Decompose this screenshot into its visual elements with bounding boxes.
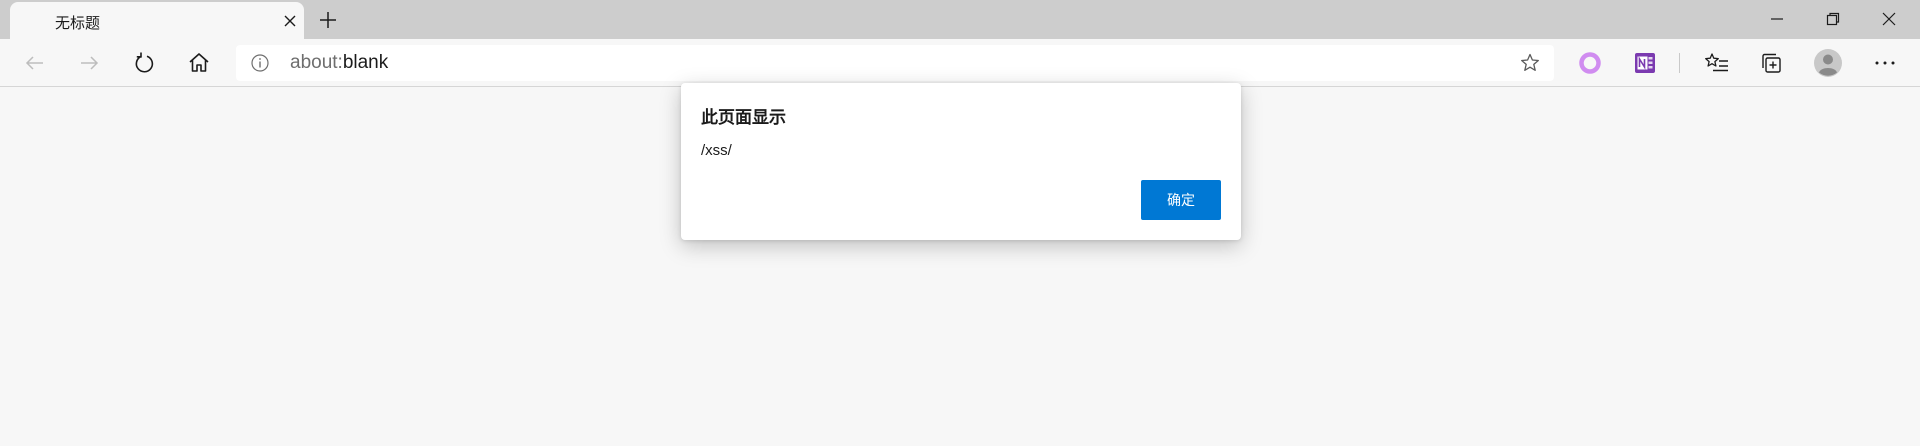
tab-strip: 无标题 bbox=[0, 0, 1920, 39]
browser-toolbar: about:blank bbox=[0, 39, 1920, 87]
new-tab-icon[interactable] bbox=[316, 8, 340, 32]
restore-icon[interactable] bbox=[1820, 6, 1846, 32]
favorites-list-icon[interactable] bbox=[1703, 49, 1731, 77]
minimize-icon[interactable] bbox=[1764, 6, 1790, 32]
close-tab-icon[interactable] bbox=[280, 11, 300, 31]
browser-tab[interactable]: 无标题 bbox=[10, 2, 304, 39]
dialog-title: 此页面显示 bbox=[701, 108, 786, 128]
circle-extension-icon[interactable] bbox=[1577, 50, 1603, 76]
home-icon[interactable] bbox=[185, 49, 213, 77]
collections-icon[interactable] bbox=[1758, 49, 1786, 77]
address-path: blank bbox=[342, 52, 389, 73]
back-icon[interactable] bbox=[21, 49, 49, 77]
refresh-icon[interactable] bbox=[130, 49, 158, 77]
toolbar-divider bbox=[1679, 53, 1680, 73]
close-window-icon[interactable] bbox=[1876, 6, 1902, 32]
star-icon[interactable] bbox=[1519, 52, 1541, 74]
avatar-icon[interactable] bbox=[1813, 48, 1843, 78]
onenote-icon[interactable] bbox=[1632, 50, 1658, 76]
address-bar[interactable]: about:blank bbox=[236, 45, 1554, 81]
dialog-message: /xss/ bbox=[701, 142, 732, 159]
ok-button[interactable]: 确定 bbox=[1141, 180, 1221, 220]
alert-dialog: 此页面显示 /xss/ 确定 bbox=[681, 83, 1241, 240]
address-scheme: about: bbox=[290, 52, 343, 73]
forward-icon[interactable] bbox=[75, 49, 103, 77]
more-icon[interactable] bbox=[1871, 49, 1899, 77]
tab-title: 无标题 bbox=[55, 14, 101, 32]
info-icon[interactable] bbox=[250, 53, 270, 73]
address-text[interactable]: about:blank bbox=[290, 52, 388, 74]
